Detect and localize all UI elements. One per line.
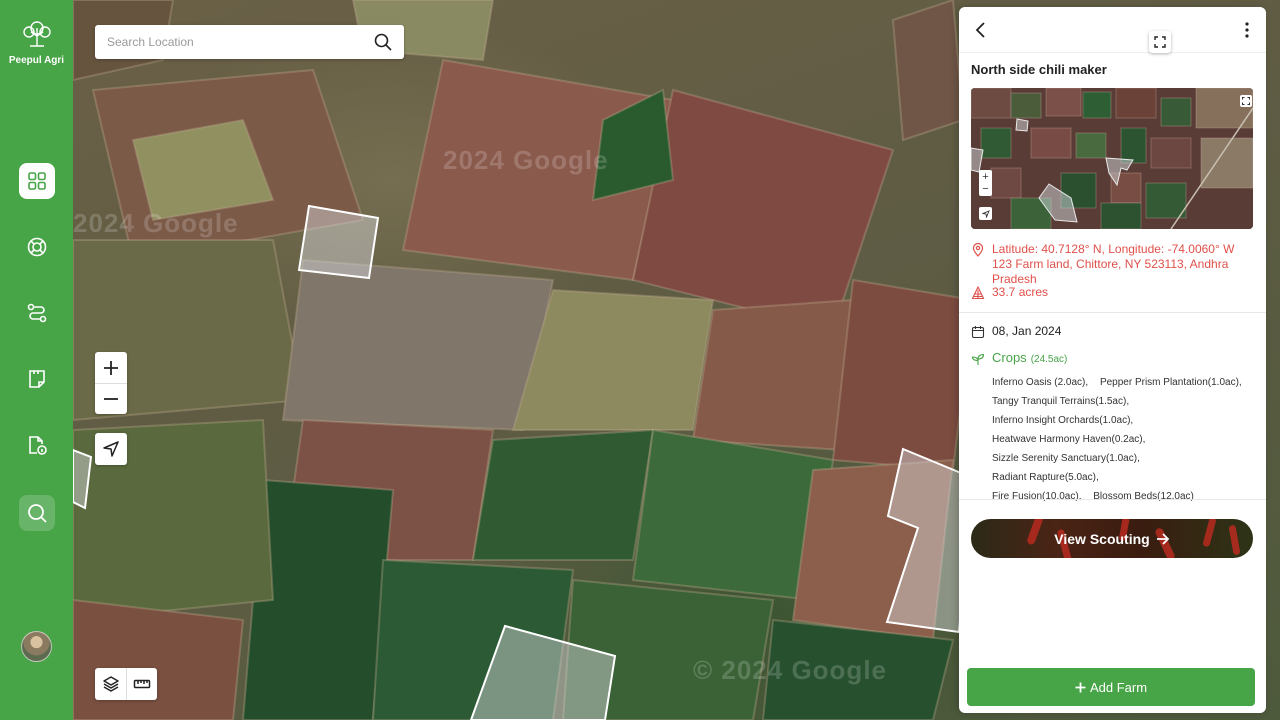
map-tools — [95, 668, 157, 700]
sidebar: Peepul Agri — [0, 0, 73, 720]
crop-item: Inferno Insight Orchards(1.0ac), — [992, 415, 1134, 426]
date-row: 08, Jan 2024 — [971, 324, 1061, 339]
crops-row: Crops (24.5ac) — [971, 350, 1067, 367]
crop-item: Pepper Prism Plantation(1.0ac), — [1099, 377, 1242, 388]
tree-logo-icon — [22, 21, 51, 47]
map-watermark: © 2024 Google — [693, 655, 887, 685]
sprout-icon — [971, 353, 985, 365]
crop-item: Fire Fusion(10.0ac), — [992, 491, 1082, 502]
mini-map-zoom: + − — [979, 170, 992, 196]
farm-detail-panel: North side chili maker + − Latitude: 40.… — [959, 7, 1266, 713]
location-text: Latitude: 40.7128° N, Longitude: -74.006… — [992, 242, 1235, 286]
location-search — [95, 25, 404, 59]
mini-map-fullscreen-button[interactable] — [1240, 95, 1252, 107]
area-text: 33.7 acres — [992, 285, 1049, 299]
crop-item: Blossom Beds(12.0ac) — [1093, 491, 1194, 502]
mini-zoom-in-button[interactable]: + — [982, 171, 988, 183]
area-row: 33.7 acres — [971, 285, 1048, 300]
grid-icon — [28, 172, 46, 190]
location-row: Latitude: 40.7128° N, Longitude: -74.006… — [971, 242, 1256, 287]
crop-item: Heatwave Harmony Haven(0.2ac), — [992, 434, 1146, 445]
crop-item: Radiant Rapture(5.0ac), — [992, 472, 1099, 483]
brand-name: Peepul Agri — [8, 55, 65, 66]
mini-map-locate-button[interactable] — [979, 207, 992, 220]
view-scouting-button[interactable]: View Scouting — [971, 519, 1253, 558]
sidebar-item-info[interactable] — [19, 427, 55, 463]
minus-icon — [104, 398, 118, 400]
sidebar-item-dashboard[interactable] — [19, 163, 55, 199]
back-arrow-icon[interactable] — [973, 21, 989, 39]
map-watermark: 2024 Google — [443, 145, 609, 175]
sidebar-item-support[interactable] — [19, 229, 55, 265]
measure-button[interactable] — [126, 668, 157, 700]
zoom-in-button[interactable] — [95, 352, 127, 383]
crops-label: Crops — [992, 350, 1027, 365]
search-input[interactable] — [107, 35, 374, 49]
farm-name: North side chili maker — [971, 62, 1107, 77]
arrow-right-icon — [1156, 532, 1169, 545]
location-pin-icon — [972, 243, 984, 257]
locate-button[interactable] — [95, 433, 127, 465]
more-vertical-icon[interactable] — [1242, 21, 1252, 39]
crop-item: Tangy Tranquil Terrains(1.5ac), — [992, 396, 1130, 407]
ruler-icon — [133, 679, 151, 689]
navigation-arrow-icon — [981, 209, 990, 218]
crop-list: Inferno Oasis (2.0ac), Pepper Prism Plan… — [992, 373, 1260, 506]
divider — [959, 312, 1266, 313]
brand[interactable]: Peepul Agri — [0, 18, 73, 66]
mini-zoom-out-button[interactable]: − — [982, 183, 988, 195]
plus-icon — [1075, 682, 1086, 692]
fullscreen-icon — [1154, 36, 1166, 48]
mini-map-fields — [971, 88, 1253, 229]
layers-icon — [102, 676, 119, 692]
sidebar-item-search[interactable] — [19, 495, 55, 531]
divider — [959, 499, 1266, 500]
sidebar-item-reports[interactable] — [19, 361, 55, 397]
sidebar-item-routes[interactable] — [19, 295, 55, 331]
map-watermark: 2024 Google — [73, 208, 239, 238]
search-icon — [28, 504, 47, 523]
lifebuoy-icon — [27, 237, 47, 257]
panel-header — [959, 7, 1266, 53]
view-scouting-label: View Scouting — [1054, 530, 1150, 547]
crops-total: (24.5ac) — [1030, 354, 1068, 365]
add-farm-label: Add Farm — [1089, 679, 1148, 695]
expand-button[interactable] — [1149, 31, 1171, 53]
add-farm-button[interactable]: Add Farm — [967, 668, 1255, 706]
layers-button[interactable] — [95, 668, 126, 700]
calendar-icon — [971, 326, 985, 339]
file-info-icon — [29, 436, 47, 455]
crop-item: Sizzle Serenity Sanctuary(1.0ac), — [992, 453, 1140, 464]
fullscreen-icon — [1242, 97, 1250, 105]
area-icon — [971, 286, 985, 300]
navigation-arrow-icon — [103, 441, 119, 457]
user-avatar[interactable] — [21, 631, 52, 662]
zoom-out-button[interactable] — [95, 383, 127, 414]
document-icon — [29, 370, 45, 388]
farm-mini-map[interactable]: + − — [971, 88, 1253, 229]
plus-icon — [104, 360, 118, 375]
zoom-control — [95, 352, 127, 414]
crop-item: Inferno Oasis (2.0ac), — [992, 377, 1089, 388]
search-icon[interactable] — [374, 33, 392, 51]
date-text: 08, Jan 2024 — [992, 324, 1062, 338]
route-icon — [27, 303, 47, 323]
